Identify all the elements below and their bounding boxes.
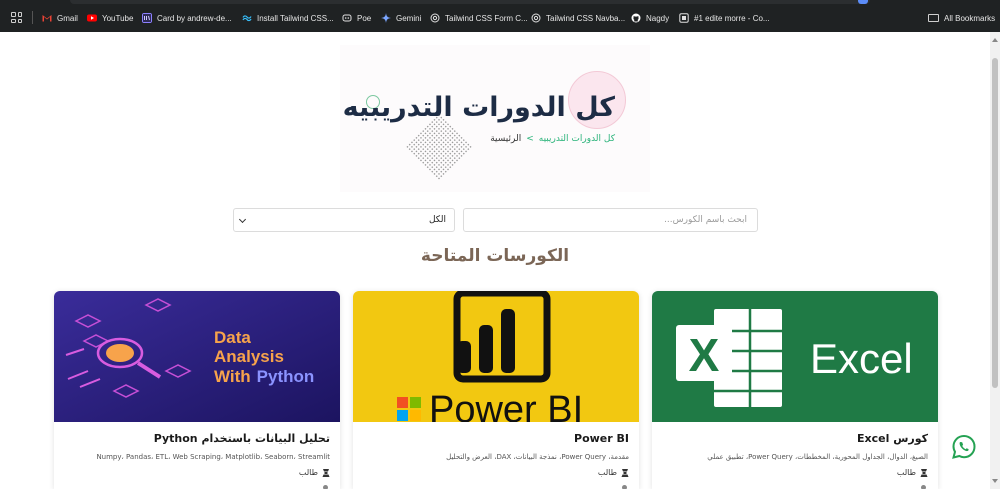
course-audience: طالب — [299, 468, 330, 477]
address-bar-edge — [70, 0, 870, 4]
course-search-input[interactable] — [463, 208, 758, 232]
graduate-icon — [621, 469, 629, 477]
course-title[interactable]: تحليل البيانات باستخدام Python — [154, 432, 330, 445]
scroll-up-icon[interactable] — [992, 38, 998, 42]
category-select-value: الكل — [428, 215, 446, 225]
audience-label: طالب — [597, 468, 617, 477]
bookmark-label: Gemini — [396, 13, 422, 23]
bookmark-gemini[interactable]: Gemini — [381, 11, 421, 25]
data-analysis-illustration-icon: Data Analysis With Python — [54, 291, 340, 422]
youtube-icon — [87, 14, 97, 22]
chevron-down-icon — [238, 215, 247, 224]
bookmark-youtube[interactable]: YouTube — [87, 11, 133, 25]
breadcrumb: كل الدورات التدريبيه > الرئيسية — [470, 134, 615, 144]
thumbnail-text: Power BI — [429, 389, 583, 422]
bookmark-tailwind-install[interactable]: Install Tailwind CSS... — [242, 11, 334, 25]
course-card-powerbi[interactable]: Power BI Power BI مقدمة، Power Query، نم… — [353, 291, 639, 489]
course-topics: الصيغ، الدوال، الجداول المحورية، المخططا… — [707, 453, 928, 461]
scroll-down-icon[interactable] — [992, 479, 998, 483]
thumbnail-text-line2: Analysis — [214, 347, 284, 366]
poe-icon — [342, 14, 352, 22]
bookmark-nagdy[interactable]: Nagdy — [631, 11, 669, 25]
audience-label: طالب — [896, 468, 916, 477]
category-select[interactable]: الكل — [233, 208, 455, 232]
course-title[interactable]: كورس Excel — [857, 432, 928, 445]
bookmarks-separator — [32, 11, 33, 24]
bookmark-label: Nagdy — [646, 13, 670, 23]
decorative-dot-pattern — [405, 113, 473, 181]
gemini-icon — [381, 13, 391, 23]
course-topics: مقدمة، Power Query، نمذجة البيانات، DAX،… — [446, 453, 629, 461]
tailwind-icon — [242, 15, 252, 22]
all-bookmarks-label: All Bookmarks — [944, 13, 996, 23]
bookmark-label: #1 edite morre - Co... — [694, 13, 770, 23]
course-audience: طالب — [897, 468, 928, 477]
course-card-python[interactable]: Data Analysis With Python تحليل البيانات … — [54, 291, 340, 489]
bookmark-label: Tailwind CSS Form C... — [445, 13, 528, 23]
bookmark-label: Poe — [357, 13, 372, 23]
course-thumbnail-powerbi[interactable]: Power BI — [353, 291, 639, 422]
thumbnail-text-line1: Data — [214, 328, 251, 347]
page-title: كل الدورات التدريبيه — [342, 92, 615, 123]
bookmark-poe[interactable]: Poe — [342, 11, 371, 25]
course-thumbnail-python[interactable]: Data Analysis With Python — [54, 291, 340, 422]
breadcrumb-home-link[interactable]: الرئيسية — [490, 134, 521, 144]
thumbnail-text-line4: Python — [257, 367, 315, 386]
bookmark-label: Gmail — [57, 13, 78, 23]
course-title[interactable]: Power BI — [574, 432, 629, 445]
bookmark-label: Card by andrew-de... — [157, 13, 232, 23]
thumbnail-text: Excel — [810, 335, 913, 382]
card-icon — [142, 13, 152, 23]
svg-text:X: X — [689, 329, 720, 381]
bookmark-label: Install Tailwind CSS... — [257, 13, 334, 23]
breadcrumb-current: كل الدورات التدريبيه — [538, 134, 615, 144]
bookmark-label: YouTube — [102, 13, 134, 23]
bookmark-tailwind-form[interactable]: Tailwind CSS Form C... — [430, 11, 528, 25]
indicator-dot — [323, 485, 328, 489]
globe-icon — [531, 13, 541, 23]
gmail-icon — [42, 15, 52, 22]
bookmark-gmail[interactable]: Gmail — [42, 11, 78, 25]
course-audience: طالب — [598, 468, 629, 477]
excel-logo-icon: X Excel — [652, 291, 938, 422]
thumbnail-text-line3: With — [214, 367, 251, 386]
graduate-icon — [322, 469, 330, 477]
page-scrollbar[interactable] — [990, 32, 1000, 489]
globe-icon — [430, 13, 440, 23]
bookmark-tailwind-navbar[interactable]: Tailwind CSS Navba... — [531, 11, 625, 25]
site-icon — [679, 13, 689, 23]
github-icon — [631, 13, 641, 23]
bookmark-edite-morre[interactable]: #1 edite morre - Co... — [679, 11, 770, 25]
course-topics: Numpy، Pandas، ETL، Web Scraping، Matplo… — [96, 453, 330, 461]
indicator-dot — [622, 485, 627, 489]
powerbi-logo-icon: Power BI — [353, 291, 639, 422]
extension-indicator — [858, 0, 868, 4]
graduate-icon — [920, 469, 928, 477]
folder-icon — [928, 14, 939, 22]
bookmark-label: Tailwind CSS Navba... — [546, 13, 626, 23]
bookmarks-bar: Gmail YouTube Card by andrew-de... Insta… — [0, 0, 1000, 32]
course-thumbnail-excel[interactable]: X Excel — [652, 291, 938, 422]
section-title: الكورسات المتاحة — [420, 246, 570, 266]
scrollbar-thumb[interactable] — [992, 58, 998, 388]
bookmark-card[interactable]: Card by andrew-de... — [142, 11, 232, 25]
whatsapp-icon[interactable] — [951, 434, 977, 460]
apps-grid-icon[interactable] — [11, 12, 22, 23]
svg-text:WithPython: With Python — [214, 367, 314, 386]
course-card-excel[interactable]: X Excel كورس Excel الصيغ، الدوال، الجداو… — [652, 291, 938, 489]
breadcrumb-separator: > — [526, 134, 534, 144]
all-bookmarks-button[interactable]: All Bookmarks — [928, 11, 995, 25]
indicator-dot — [921, 485, 926, 489]
audience-label: طالب — [298, 468, 318, 477]
